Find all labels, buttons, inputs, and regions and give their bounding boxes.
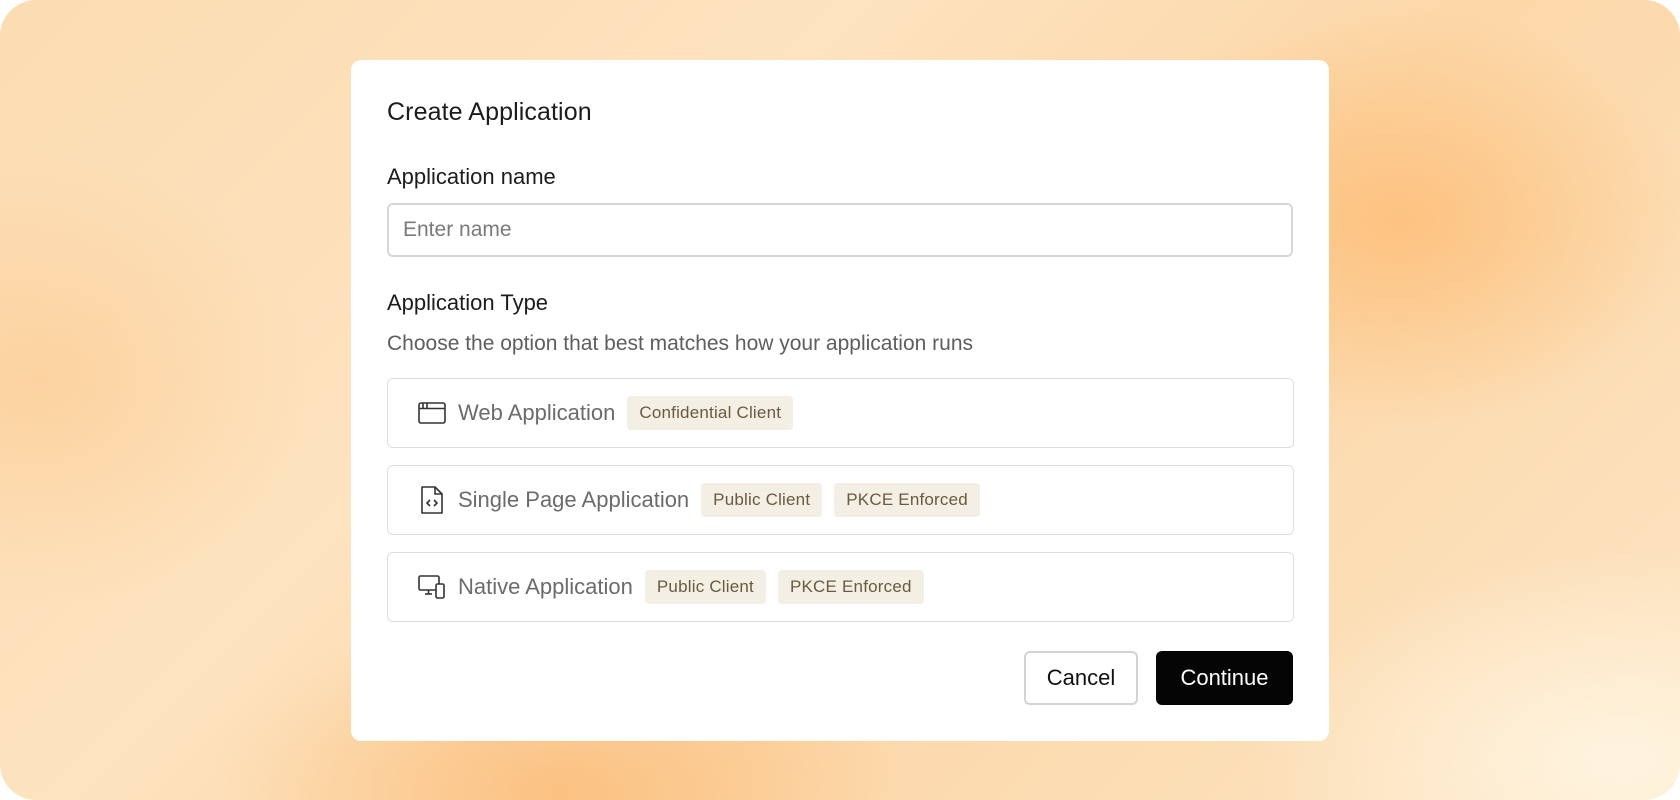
option-native-application[interactable]: Native Application Public Client PKCE En… [387, 552, 1294, 622]
option-single-page-application[interactable]: Single Page Application Public Client PK… [387, 465, 1294, 535]
dialog-title: Create Application [387, 98, 592, 126]
application-type-label: Application Type [387, 290, 549, 315]
application-name-label: Application name [387, 164, 556, 189]
badge-public-client: Public Client [644, 570, 766, 604]
option-label: Native Application [458, 574, 633, 599]
application-type-helper: Choose the option that best matches how … [387, 332, 974, 355]
create-application-dialog: Create Application Application name Appl… [351, 60, 1329, 741]
devices-icon [418, 573, 446, 601]
badge-public-client: Public Client [701, 483, 823, 517]
continue-button[interactable]: Continue [1156, 651, 1293, 705]
browser-window-icon [418, 399, 446, 427]
cancel-button[interactable]: Cancel [1024, 651, 1138, 705]
badge-pkce-enforced: PKCE Enforced [834, 483, 980, 517]
code-file-icon [418, 486, 446, 514]
option-web-application[interactable]: Web Application Confidential Client [387, 378, 1294, 448]
badge-confidential-client: Confidential Client [627, 396, 794, 430]
badge-pkce-enforced: PKCE Enforced [777, 570, 924, 604]
option-label: Web Application [458, 400, 616, 425]
option-label: Single Page Application [458, 487, 690, 512]
application-name-input[interactable] [387, 203, 1293, 257]
